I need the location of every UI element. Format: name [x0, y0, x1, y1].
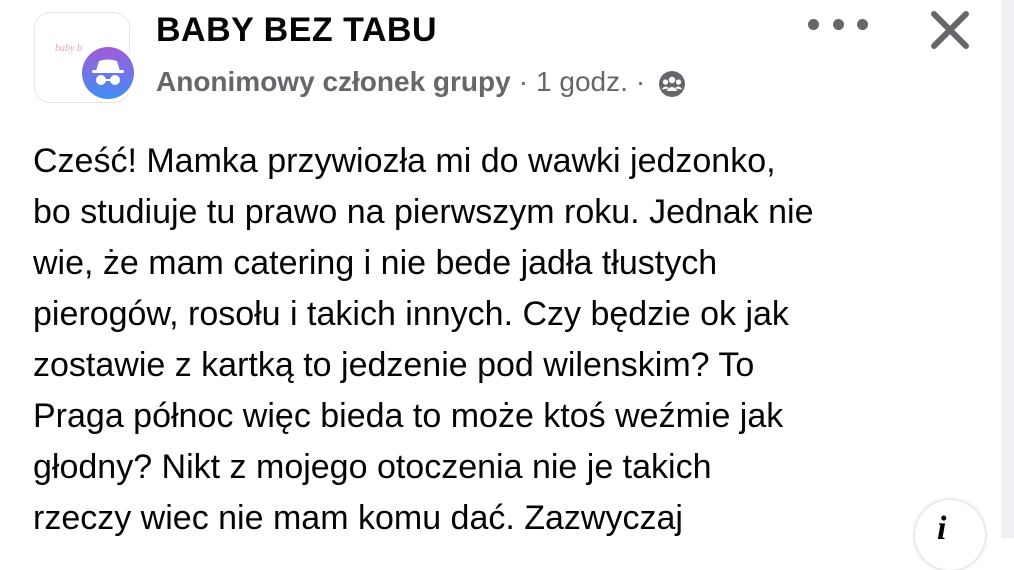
post-text: Cześć! Mamka przywiozła mi do wawki jedz… — [33, 142, 814, 537]
more-dot — [808, 18, 819, 30]
group-name[interactable]: BABY BEZ TABU — [156, 11, 437, 50]
more-dot — [832, 18, 844, 30]
post-time[interactable]: 1 godz. — [536, 66, 628, 97]
close-icon[interactable] — [928, 8, 972, 52]
post-meta: Anonimowy członek grupy · 1 godz. · — [156, 66, 687, 99]
members-icon — [659, 70, 686, 97]
more-options-icon[interactable] — [808, 12, 868, 36]
page-scroll-strip — [1001, 0, 1014, 538]
more-dot — [857, 18, 868, 30]
author-name[interactable]: Anonimowy członek grupy — [156, 66, 511, 97]
meta-separator-2: · — [635, 66, 646, 97]
info-icon[interactable]: i — [915, 500, 985, 570]
anonymous-icon — [82, 47, 134, 99]
info-label: i — [937, 510, 947, 547]
group-logo-text: baby b — [55, 43, 82, 54]
anonymous-member-avatar[interactable] — [79, 44, 137, 102]
meta-separator: · — [518, 66, 529, 97]
